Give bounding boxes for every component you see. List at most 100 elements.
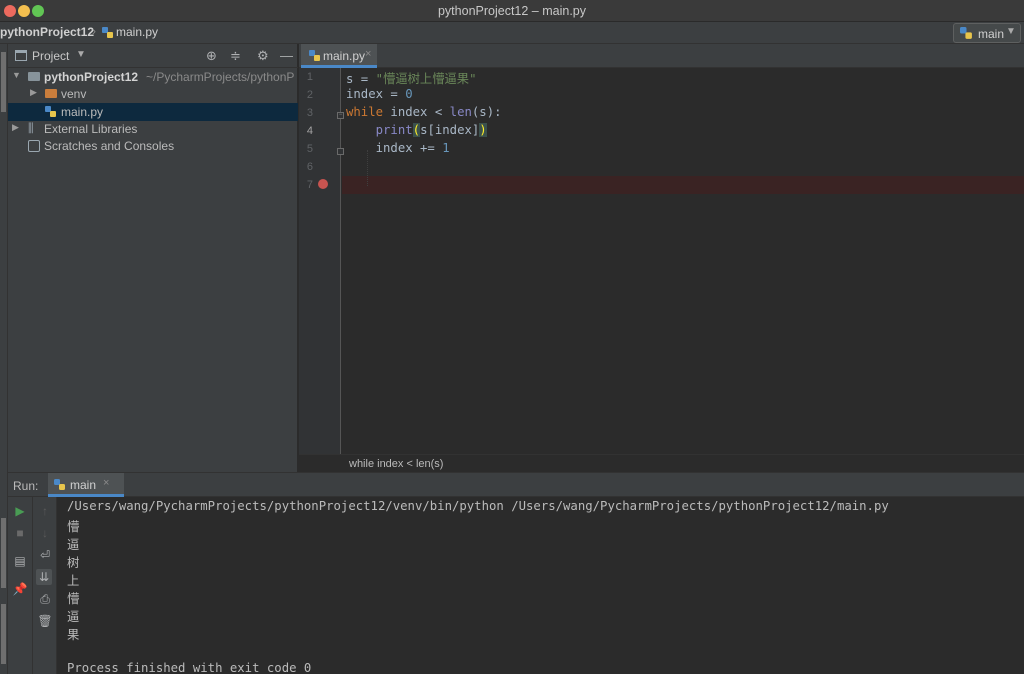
- external-libraries-label: External Libraries: [44, 122, 138, 136]
- hide-panel-icon[interactable]: —: [280, 48, 293, 63]
- console-output-line: 果: [67, 628, 80, 642]
- tree-item-scratches[interactable]: Scratches and Consoles: [8, 137, 298, 155]
- editor-tabs: main.py ×: [299, 44, 1024, 68]
- structure-tool-window-button[interactable]: [1, 518, 6, 588]
- run-tab-label: main: [70, 478, 97, 492]
- stop-icon[interactable]: ■: [12, 525, 28, 541]
- code-line-1[interactable]: s = "懵逼树上懵逼果": [346, 69, 477, 87]
- python-icon: [54, 479, 66, 494]
- console-output-line: 逼: [67, 538, 80, 552]
- soft-wrap-icon[interactable]: ⏎: [37, 547, 53, 563]
- dropdown-arrow-icon[interactable]: ▼: [76, 49, 86, 60]
- line-number: 5: [306, 143, 313, 155]
- chevron-right-icon[interactable]: ▶: [12, 122, 19, 133]
- run-panel-label: Run:: [13, 479, 39, 493]
- python-file-icon: [309, 50, 321, 65]
- code-breadcrumb: while index < len(s): [299, 454, 1024, 472]
- favorites-tool-window-button[interactable]: [1, 604, 6, 664]
- fold-marker-icon[interactable]: −: [337, 112, 344, 119]
- locate-file-icon[interactable]: ⊕: [206, 48, 217, 64]
- code-token: index: [346, 87, 384, 101]
- run-tab-main[interactable]: main ×: [48, 473, 124, 497]
- trash-icon[interactable]: 🗑: [37, 613, 53, 629]
- console-command-line: /Users/wang/PycharmProjects/pythonProjec…: [67, 499, 889, 513]
- code-string: "懵逼树上懵逼果": [375, 72, 477, 86]
- code-line-5[interactable]: index += 1: [346, 141, 450, 159]
- scratches-icon: [28, 140, 40, 152]
- breakpoint-line-highlight: [342, 176, 1024, 194]
- editor-gutter[interactable]: 1 2 3 4 5 6 7 −: [299, 68, 344, 454]
- run-panel-header: Run: main ×: [8, 473, 1024, 497]
- rerun-icon[interactable]: ▶: [12, 503, 28, 519]
- code-token: index <: [383, 105, 450, 119]
- code-builtin: len: [449, 105, 472, 119]
- folder-icon: [45, 89, 57, 98]
- code-number: 0: [405, 87, 413, 101]
- main-py-label: main.py: [61, 105, 104, 119]
- tree-item-main-py[interactable]: main.py: [8, 103, 298, 121]
- chevron-down-icon[interactable]: ▼: [12, 70, 21, 80]
- run-configuration-select[interactable]: main ▼: [953, 23, 1021, 43]
- chevron-right-icon[interactable]: ▶: [30, 87, 37, 98]
- project-root-label: pythonProject12: [44, 70, 139, 84]
- code-line-2[interactable]: index = 0: [346, 87, 413, 105]
- arrow-up-icon[interactable]: ↑: [37, 503, 53, 519]
- code-paren-match: ): [479, 123, 487, 137]
- code-line-4[interactable]: print(s[index]): [346, 123, 487, 141]
- chevron-right-icon: ›: [92, 24, 96, 38]
- folder-icon: [28, 72, 40, 81]
- layout-icon[interactable]: ▤: [12, 553, 28, 569]
- pin-icon[interactable]: 📌: [12, 581, 28, 597]
- breakpoint-icon[interactable]: [318, 179, 328, 189]
- close-icon[interactable]: ×: [103, 477, 109, 489]
- arrow-down-icon[interactable]: ↓: [37, 525, 53, 541]
- title-bar: pythonProject12 – main.py: [0, 0, 1024, 22]
- code-token: (s):: [471, 105, 502, 119]
- project-view-icon: [15, 50, 27, 61]
- run-panel: Run: main × ▶ ■ ▤ 📌 ↑ ↓ ⏎ ⇊ ⎙ 🗑 /Users/w…: [8, 472, 1024, 674]
- breadcrumb-file[interactable]: main.py: [116, 25, 158, 39]
- close-icon[interactable]: ×: [365, 48, 371, 60]
- project-panel-header: Project ▼ ⊕ ≑ ⚙ —: [8, 44, 298, 68]
- code-builtin: print: [375, 123, 413, 137]
- tab-main-py[interactable]: main.py ×: [301, 44, 377, 68]
- line-number: 4: [306, 125, 313, 137]
- project-tool-window-button[interactable]: [1, 52, 6, 112]
- window-title: pythonProject12 – main.py: [437, 4, 586, 18]
- venv-label: venv: [61, 87, 87, 101]
- tree-item-project-root[interactable]: ▼ pythonProject12 ~/PycharmProjects/pyth…: [8, 68, 298, 86]
- dropdown-arrow-icon: ▼: [1006, 26, 1016, 37]
- breadcrumb-project[interactable]: pythonProject12: [0, 25, 94, 39]
- code-paren-match: (: [412, 123, 421, 137]
- console-output[interactable]: /Users/wang/PycharmProjects/pythonProjec…: [67, 497, 1024, 674]
- code-token: index +=: [346, 141, 443, 155]
- scroll-to-end-icon[interactable]: ⇊: [36, 569, 52, 585]
- navigation-bar: pythonProject12 › main.py main ▼: [0, 22, 1024, 44]
- collapse-all-icon[interactable]: ≑: [230, 48, 241, 64]
- print-icon[interactable]: ⎙: [37, 591, 53, 607]
- line-number: 2: [306, 89, 313, 101]
- editor: main.py × 1 2 3 4 5 6 7 − s = "懵逼树上懵逼果" …: [299, 44, 1024, 472]
- library-icon: ⫼: [28, 121, 34, 135]
- code-token: =: [353, 72, 376, 86]
- breadcrumb-item[interactable]: while index < len(s): [349, 458, 443, 470]
- project-view-selector[interactable]: Project: [32, 49, 69, 63]
- console-output-line: 上: [67, 574, 80, 588]
- project-panel: Project ▼ ⊕ ≑ ⚙ — ▼ pythonProject12 ~/Py…: [8, 44, 298, 472]
- console-exit-message: Process finished with exit code 0: [67, 661, 312, 674]
- code-line-3[interactable]: while index < len(s):: [346, 105, 502, 123]
- tab-label: main.py: [323, 49, 366, 63]
- project-root-path: ~/PycharmProjects/pythonP: [146, 70, 295, 84]
- tree-item-venv[interactable]: ▶ venv: [8, 85, 298, 103]
- console-output-line: 树: [67, 556, 80, 570]
- gear-icon[interactable]: ⚙: [257, 48, 269, 64]
- run-configuration-label: main: [978, 27, 1005, 41]
- python-file-icon: [102, 27, 114, 42]
- scratches-label: Scratches and Consoles: [44, 139, 175, 153]
- left-tool-stripe: [0, 44, 8, 674]
- code-keyword: while: [346, 105, 384, 119]
- console-output-line: 懵: [67, 520, 80, 534]
- fold-marker-icon[interactable]: [337, 148, 344, 155]
- tree-item-external-libraries[interactable]: ▶ ⫼ External Libraries: [8, 120, 298, 138]
